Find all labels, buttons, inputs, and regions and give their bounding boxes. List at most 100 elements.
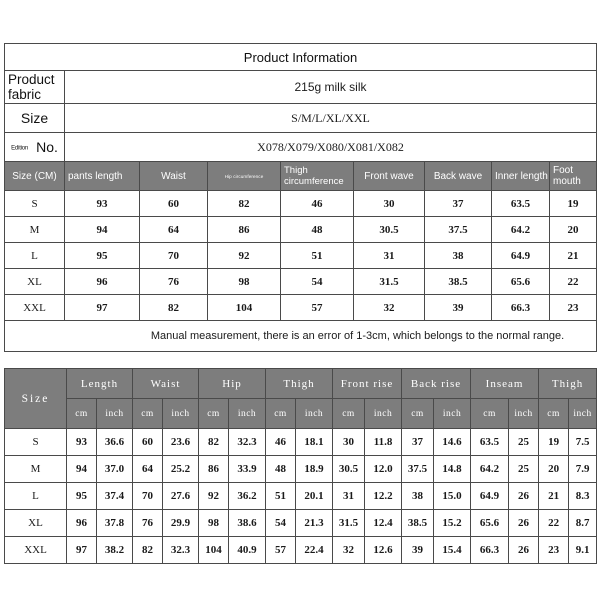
header-group-hip: Hip [198,368,267,399]
cell-hip: 92 [207,242,281,269]
cell-hip-inch: 33.9 [228,455,267,483]
table-row: XL 96 76 98 54 31.5 38.5 65.6 22 [4,268,598,295]
cell-waist-inch: 27.6 [162,482,200,510]
table-row: L 95 70 92 51 31 38 64.9 21 [4,242,598,269]
table-row: M 94 64 86 48 30.5 37.5 64.2 20 [4,216,598,243]
header-group-front-rise: Front rise [332,368,403,399]
cell-hip-inch: 40.9 [228,536,267,564]
cell-length-inch: 36.6 [95,428,134,456]
header-pants-length: pants length [64,161,140,191]
table-row: XXL 97 38.2 82 32.3 104 40.9 57 22.4 32 … [4,536,598,564]
header-unit-cm: cm [470,398,510,429]
header-unit-inch: inch [568,398,598,429]
cell-hip-cm: 82 [198,428,230,456]
cell-back-rise-inch: 15.2 [433,509,472,537]
cell-thigh-cm: 51 [265,482,297,510]
cell-length-inch: 38.2 [95,536,134,564]
header-group-inseam: Inseam [470,368,540,399]
cell-foot-mouth: 19 [548,190,598,217]
table-row: Edition No. X078/X079/X080/X081/X082 [4,132,598,162]
cell-length-cm: 97 [66,536,97,564]
cell-inseam-inch: 26 [508,536,540,564]
cell-thigh2-inch: 8.7 [568,509,598,537]
cell-hip: 104 [207,294,281,321]
cell-inner-length: 65.6 [491,268,550,295]
row-value-edition-no: X078/X079/X080/X081/X082 [63,132,598,162]
size-table-header-row: Size (CM) pants length Waist Hip circumf… [4,161,598,191]
cell-back-rise-cm: 38 [401,482,435,510]
header-inner-length: Inner length [491,161,550,191]
cell-front-rise-inch: 12.2 [364,482,403,510]
cell-inner-length: 66.3 [491,294,550,321]
header-hip-circumference: Hip circumference [207,161,281,191]
cell-length-inch: 37.0 [95,455,134,483]
cell-front-wave: 30.5 [353,216,425,243]
cell-thigh: 46 [280,190,354,217]
header-unit-inch: inch [228,398,267,429]
cell-hip-inch: 38.6 [228,509,267,537]
cell-thigh2-cm: 23 [538,536,570,564]
cell-hip-cm: 104 [198,536,230,564]
cell-waist: 82 [139,294,208,321]
cell-hip-cm: 86 [198,455,230,483]
cell-thigh2-inch: 8.3 [568,482,598,510]
cell-back-rise-inch: 15.4 [433,536,472,564]
cell-front-rise-inch: 12.6 [364,536,403,564]
cell-inseam-inch: 25 [508,428,540,456]
cell-thigh-inch: 18.1 [295,428,334,456]
table-row: XXL 97 82 104 57 32 39 66.3 23 [4,294,598,321]
cell-inner-length: 64.2 [491,216,550,243]
unit-header-row: cm inch cm inch cm inch cm inch cm inch … [5,398,598,429]
cell-length-cm: 93 [66,428,97,456]
group-header-row: Size Length Waist Hip Thigh Front rise B… [4,368,598,429]
cell-back-wave: 37.5 [424,216,492,243]
row-label-size: Size [4,103,65,133]
row-value-size: S/M/L/XL/XXL [63,103,598,133]
header-unit-cm: cm [265,398,297,429]
table-row: S 93 36.6 60 23.6 82 32.3 46 18.1 30 11.… [4,428,598,456]
table-row: Manual measurement, there is an error of… [3,320,598,352]
cell-size: L [4,242,65,269]
header-unit-cm: cm [66,398,97,429]
table-row: Size S/M/L/XL/XXL [4,103,598,133]
cell-waist-inch: 25.2 [162,455,200,483]
dual-unit-size-table: Size Length Waist Hip Thigh Front rise B… [4,368,598,564]
cell-hip-inch: 32.3 [228,428,267,456]
cell-front-rise-inch: 12.0 [364,455,403,483]
edition-no-label: No. [36,139,58,155]
header-unit-cm: cm [198,398,230,429]
cell-back-rise-cm: 37 [401,428,435,456]
header-unit-inch: inch [295,398,334,429]
cell-inseam-cm: 65.6 [470,509,510,537]
cell-foot-mouth: 23 [548,294,598,321]
cell-thigh-inch: 20.1 [295,482,334,510]
header-group-length: Length [65,368,134,399]
cell-waist-inch: 23.6 [162,428,200,456]
cell-pants-length: 97 [64,294,140,321]
cell-front-rise-cm: 32 [332,536,366,564]
cell-pants-length: 94 [64,216,140,243]
cell-front-wave: 30 [353,190,425,217]
product-information-table: Product Information Product fabric 215g … [3,43,598,352]
cell-thigh-cm: 48 [265,455,297,483]
cell-waist-inch: 29.9 [162,509,200,537]
header-size: Size [4,368,67,429]
table-row: Product fabric 215g milk silk [4,70,598,104]
header-front-wave: Front wave [353,161,425,191]
cell-back-rise-inch: 14.8 [433,455,472,483]
cell-inner-length: 64.9 [491,242,550,269]
table-row: M 94 37.0 64 25.2 86 33.9 48 18.9 30.5 1… [4,455,598,483]
cell-hip: 82 [207,190,281,217]
cell-foot-mouth: 22 [548,268,598,295]
cell-length-cm: 96 [66,509,97,537]
cell-thigh-cm: 54 [265,509,297,537]
row-label-product-fabric: Product fabric [4,70,65,104]
cell-hip: 86 [207,216,281,243]
header-unit-inch: inch [95,398,134,429]
dual-unit-size-table-container: Size Length Waist Hip Thigh Front rise B… [4,368,598,564]
cell-inner-length: 63.5 [491,190,550,217]
header-unit-cm: cm [332,398,366,429]
header-group-thigh: Thigh [265,368,334,399]
cell-foot-mouth: 21 [548,242,598,269]
cell-length-cm: 95 [66,482,97,510]
